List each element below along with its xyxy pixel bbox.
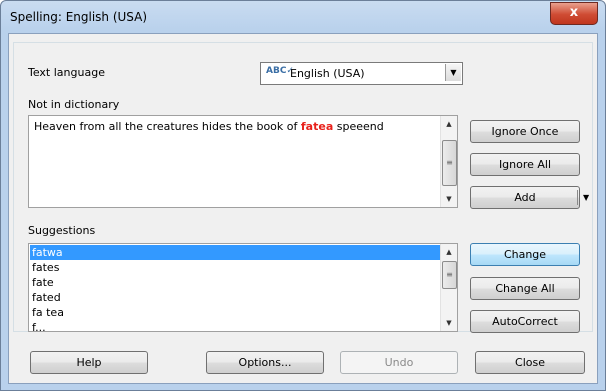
title-bar: Spelling: English (USA) x: [1, 1, 605, 34]
list-item[interactable]: fa tea: [30, 305, 442, 320]
scroll-up-icon[interactable]: ▲: [441, 116, 457, 132]
not-in-dictionary-label: Not in dictionary: [28, 98, 120, 111]
misspelled-word: fatea: [300, 120, 334, 133]
suggestions-label: Suggestions: [28, 224, 96, 237]
list-item[interactable]: fate: [30, 275, 442, 290]
text-language-select[interactable]: ABC✓ English (USA) ▼: [260, 62, 463, 85]
list-item[interactable]: fates: [30, 260, 442, 275]
add-button-label: Add: [514, 191, 536, 204]
scroll-down-icon[interactable]: ▼: [441, 315, 457, 331]
close-window-button[interactable]: x: [550, 2, 598, 25]
sentence-scrollbar[interactable]: ▲ ≡ ▼: [440, 116, 457, 207]
close-button[interactable]: Close: [475, 351, 585, 374]
sentence-before: Heaven from all the creatures hides the …: [34, 120, 301, 133]
scroll-thumb[interactable]: ≡: [442, 261, 457, 289]
list-item[interactable]: f...: [30, 320, 442, 331]
split-separator: [577, 190, 578, 205]
sentence-text: Heaven from all the creatures hides the …: [34, 120, 384, 133]
chevron-down-icon[interactable]: ▼: [445, 64, 461, 81]
list-item[interactable]: fated: [30, 290, 442, 305]
ignore-once-button[interactable]: Ignore Once: [470, 120, 580, 143]
spelling-dialog: Spelling: English (USA) x Text language …: [0, 0, 606, 391]
text-language-label: Text language: [28, 66, 105, 79]
change-all-button[interactable]: Change All: [470, 277, 580, 300]
dialog-body: Text language ABC✓ English (USA) ▼ Not i…: [8, 33, 598, 384]
scroll-up-icon[interactable]: ▲: [441, 244, 457, 260]
undo-button[interactable]: Undo: [340, 351, 458, 374]
suggestions-scrollbar[interactable]: ▲ ≡ ▼: [440, 244, 457, 331]
scroll-thumb[interactable]: ≡: [442, 140, 457, 186]
change-button[interactable]: Change: [470, 243, 580, 266]
window-title: Spelling: English (USA): [10, 10, 148, 24]
add-split-button[interactable]: Add ▼: [470, 186, 589, 209]
text-language-value: English (USA): [290, 67, 365, 80]
help-button[interactable]: Help: [30, 351, 148, 374]
options-button[interactable]: Options...: [206, 351, 324, 374]
suggestions-list[interactable]: fatwa fates fate fated fa tea f... ▲ ≡ ▼: [28, 243, 458, 332]
list-item[interactable]: fatwa: [30, 245, 442, 260]
close-icon: x: [569, 5, 579, 20]
ignore-all-button[interactable]: Ignore All: [470, 153, 580, 176]
autocorrect-button[interactable]: AutoCorrect: [470, 310, 580, 333]
sentence-textarea[interactable]: Heaven from all the creatures hides the …: [28, 115, 458, 208]
dropdown-arrow-icon[interactable]: ▼: [583, 187, 589, 209]
scroll-down-icon[interactable]: ▼: [441, 191, 457, 207]
sentence-after: speeend: [333, 120, 384, 133]
